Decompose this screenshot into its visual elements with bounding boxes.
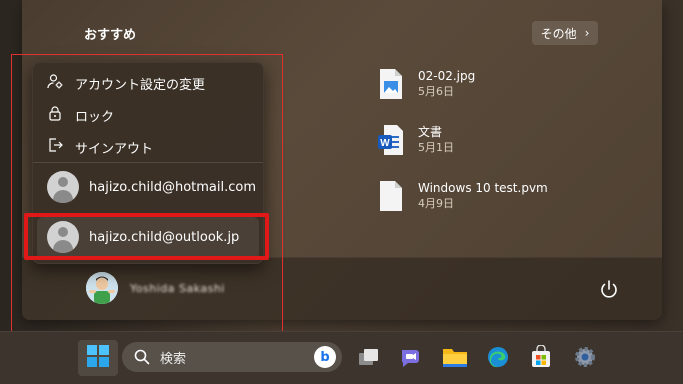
annotation-highlight-box: [24, 213, 269, 260]
power-icon[interactable]: [598, 278, 620, 300]
file-date: 5月6日: [418, 85, 454, 98]
file-explorer-icon[interactable]: [442, 344, 468, 370]
search-icon: [134, 349, 150, 365]
generic-file-icon: [378, 180, 404, 212]
file-name: Windows 10 test.pvm: [418, 181, 548, 195]
chevron-right-icon: ›: [584, 26, 590, 40]
file-date: 5月1日: [418, 141, 454, 154]
search-placeholder: 検索: [160, 351, 187, 367]
image-file-icon: [378, 68, 404, 100]
edge-icon[interactable]: [485, 344, 511, 370]
task-view-icon[interactable]: [356, 344, 382, 370]
start-button[interactable]: [78, 340, 118, 376]
more-button[interactable]: その他 ›: [532, 21, 598, 45]
taskbar-search[interactable]: 検索 b: [122, 342, 342, 372]
file-name: 02-02.jpg: [418, 69, 476, 83]
file-name: 文書: [418, 125, 443, 139]
more-button-label: その他: [540, 26, 577, 41]
recommended-file-1[interactable]: 02-02.jpg 5月6日: [378, 68, 475, 100]
bing-icon[interactable]: b: [314, 346, 336, 368]
teams-chat-icon[interactable]: [398, 344, 424, 370]
recommended-file-3[interactable]: Windows 10 test.pvm 4月9日: [378, 180, 548, 212]
recommended-title: おすすめ: [84, 28, 137, 43]
file-date: 4月9日: [418, 197, 454, 210]
recommended-file-2[interactable]: W 文書 5月1日: [378, 124, 454, 156]
windows-logo-icon: [87, 345, 109, 371]
word-document-icon: W: [378, 124, 404, 156]
svg-text:W: W: [380, 138, 390, 149]
microsoft-store-icon[interactable]: [528, 344, 554, 370]
settings-icon[interactable]: [572, 344, 598, 370]
